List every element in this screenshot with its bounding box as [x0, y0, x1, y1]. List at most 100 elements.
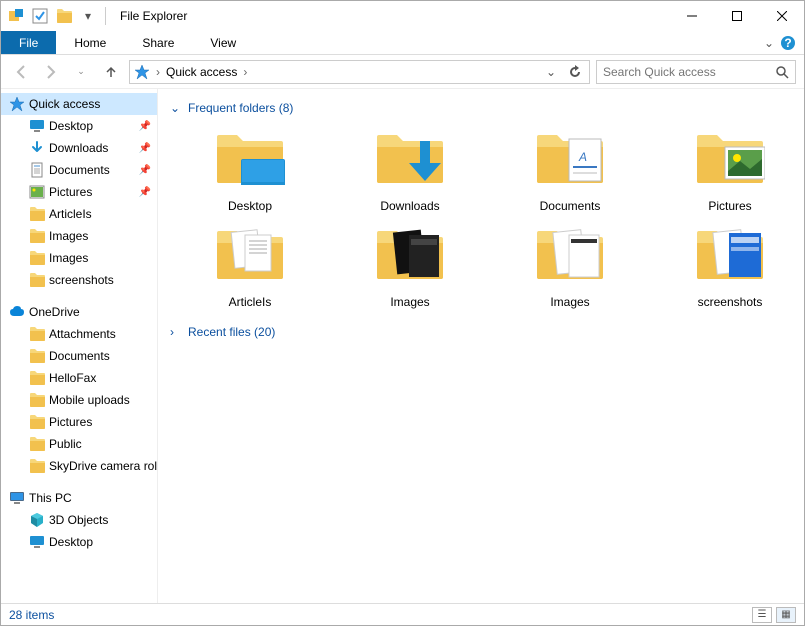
folder-item[interactable]: ArticleIs — [190, 221, 310, 309]
tree-item[interactable]: Images — [1, 247, 157, 269]
address-icon — [134, 64, 150, 80]
tree-item[interactable]: Images — [1, 225, 157, 247]
tab-home[interactable]: Home — [56, 31, 124, 54]
folder-label: Desktop — [228, 199, 272, 213]
pin-icon: 📌 — [139, 121, 151, 132]
tree-item-icon — [29, 272, 45, 288]
tree-item[interactable]: Mobile uploads — [1, 389, 157, 411]
icons-view-button[interactable]: ▦ — [776, 607, 796, 623]
chevron-right-icon: › — [170, 325, 182, 339]
folder-label: Downloads — [380, 199, 439, 213]
tree-item[interactable]: ArticleIs — [1, 203, 157, 225]
folder-label: Images — [390, 295, 429, 309]
help-icon[interactable] — [780, 35, 796, 51]
folder-icon — [689, 221, 771, 289]
expand-ribbon-icon[interactable]: ⌄ — [764, 36, 774, 50]
tree-item[interactable]: Desktop — [1, 531, 157, 553]
tree-label: HelloFax — [49, 371, 96, 385]
tree-item[interactable]: SkyDrive camera roll — [1, 455, 157, 477]
folder-label: ArticleIs — [229, 295, 272, 309]
tree-item[interactable]: Documents — [1, 345, 157, 367]
address-dropdown-icon[interactable]: ⌄ — [541, 62, 561, 82]
chevron-right-icon[interactable]: › — [241, 65, 249, 79]
tree-item[interactable]: Pictures — [1, 411, 157, 433]
folder-icon — [29, 458, 45, 474]
tree-item[interactable]: Attachments — [1, 323, 157, 345]
status-text: 28 items — [9, 608, 54, 622]
tree-label: Attachments — [49, 327, 116, 341]
folder-label: screenshots — [698, 295, 763, 309]
group-header-recent[interactable]: › Recent files (20) — [170, 325, 792, 339]
svg-text:A: A — [578, 150, 587, 164]
qat-dropdown-icon[interactable]: ▾ — [77, 5, 99, 27]
folder-item[interactable]: Images — [350, 221, 470, 309]
search-input[interactable] — [603, 65, 775, 79]
folder-icon — [29, 370, 45, 386]
tree-label: Downloads — [49, 141, 108, 155]
tree-label: SkyDrive camera roll — [49, 459, 158, 473]
tree-label: OneDrive — [29, 305, 80, 319]
folder-icon — [369, 221, 451, 289]
tree-label: Pictures — [49, 185, 92, 199]
tree-label: Images — [49, 229, 88, 243]
folder-icon — [29, 436, 45, 452]
tree-item[interactable]: Documents 📌 — [1, 159, 157, 181]
title-bar: ▾ File Explorer — [1, 1, 804, 31]
search-box[interactable] — [596, 60, 796, 84]
folder-icon — [29, 326, 45, 342]
back-button[interactable] — [9, 60, 33, 84]
tree-label: screenshots — [49, 273, 114, 287]
pin-icon: 📌 — [139, 165, 151, 176]
search-icon[interactable] — [775, 65, 789, 79]
folder-icon — [369, 125, 451, 193]
tree-item-onedrive[interactable]: OneDrive — [1, 301, 157, 323]
tree-label: Documents — [49, 163, 110, 177]
minimize-button[interactable] — [669, 1, 714, 31]
up-button[interactable] — [99, 60, 123, 84]
tree-label: This PC — [29, 491, 72, 505]
chevron-down-icon: ⌄ — [170, 101, 182, 115]
breadcrumb[interactable]: Quick access — [166, 65, 237, 79]
nav-row: ⌄ › Quick access › ⌄ — [1, 55, 804, 89]
address-bar[interactable]: › Quick access › ⌄ — [129, 60, 590, 84]
tree-item[interactable]: HelloFax — [1, 367, 157, 389]
tab-view[interactable]: View — [192, 31, 254, 54]
tree-item[interactable]: Public — [1, 433, 157, 455]
details-view-button[interactable]: ☰ — [752, 607, 772, 623]
star-icon — [9, 96, 25, 112]
tree-item-icon — [29, 512, 45, 528]
maximize-button[interactable] — [714, 1, 759, 31]
tree-item-quick-access[interactable]: Quick access — [1, 93, 157, 115]
tree-label: 3D Objects — [49, 513, 108, 527]
tab-share[interactable]: Share — [124, 31, 192, 54]
ribbon: File Home Share View ⌄ — [1, 31, 804, 55]
chevron-right-icon[interactable]: › — [154, 65, 162, 79]
tree-label: ArticleIs — [49, 207, 92, 221]
app-icon — [5, 5, 27, 27]
folder-item[interactable]: A Documents — [510, 125, 630, 213]
tree-item-this-pc[interactable]: This PC — [1, 487, 157, 509]
tree-label: Pictures — [49, 415, 92, 429]
tab-file[interactable]: File — [1, 31, 56, 54]
qat-properties-icon[interactable] — [29, 5, 51, 27]
tree-item[interactable]: Desktop📌 — [1, 115, 157, 137]
tree-item[interactable]: Downloads📌 — [1, 137, 157, 159]
forward-button[interactable] — [39, 60, 63, 84]
group-header-frequent[interactable]: ⌄ Frequent folders (8) — [170, 101, 792, 115]
folder-item[interactable]: screenshots — [670, 221, 790, 309]
tree-item[interactable]: Pictures📌 — [1, 181, 157, 203]
tree-item[interactable]: screenshots — [1, 269, 157, 291]
recent-locations-button[interactable]: ⌄ — [69, 60, 93, 84]
folder-item[interactable]: Pictures — [670, 125, 790, 213]
folder-item[interactable]: Desktop — [190, 125, 310, 213]
tree-item[interactable]: 3D Objects — [1, 509, 157, 531]
close-button[interactable] — [759, 1, 804, 31]
refresh-icon[interactable] — [565, 62, 585, 82]
folder-item[interactable]: Downloads — [350, 125, 470, 213]
folder-item[interactable]: Images — [510, 221, 630, 309]
tree-item-icon — [29, 140, 45, 156]
folder-label: Documents — [540, 199, 601, 213]
status-bar: 28 items ☰ ▦ — [1, 603, 804, 625]
qat-newfolder-icon[interactable] — [53, 5, 75, 27]
folder-icon — [29, 392, 45, 408]
